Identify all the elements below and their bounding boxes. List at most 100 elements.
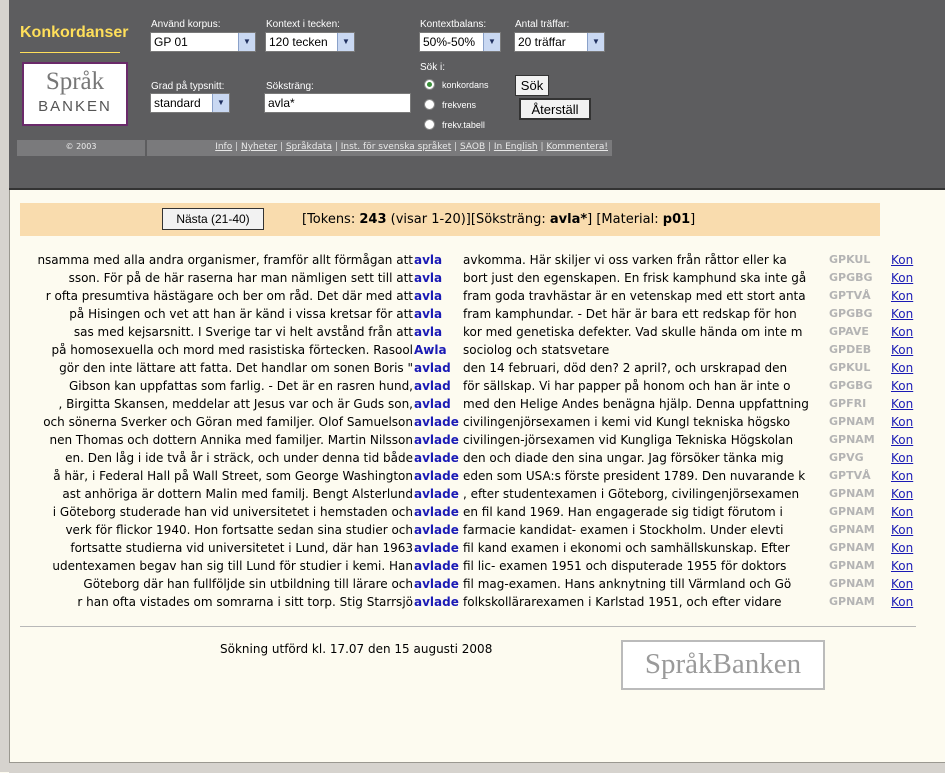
source-code: GPNAM	[829, 415, 875, 428]
kon-link[interactable]: Kon	[891, 289, 913, 303]
link-info[interactable]: Info	[215, 142, 232, 152]
balans-label: Kontextbalans:	[420, 19, 487, 30]
kon-link[interactable]: Kon	[891, 541, 913, 555]
grad-label: Grad på typsnitt:	[151, 81, 225, 92]
kon-link[interactable]: Kon	[891, 415, 913, 429]
left-context: sson. För på de här raserna har man näml…	[68, 271, 413, 285]
keyword: avla	[414, 289, 443, 303]
keyword: avlade	[414, 433, 459, 447]
table-row: udentexamen begav han sig till Lund för …	[0, 559, 945, 577]
next-page-button[interactable]: Nästa (21-40)	[162, 208, 264, 230]
kon-link[interactable]: Kon	[891, 361, 913, 375]
right-context: fil mag-examen. Hans anknytning till Vär…	[463, 577, 792, 591]
kon-link[interactable]: Kon	[891, 433, 913, 447]
left-context: verk för flickor 1940. Hon fortsatte sed…	[65, 523, 413, 537]
keyword: avlade	[414, 415, 459, 429]
copyright: © 2003	[17, 140, 145, 156]
sok-i-label: Sök i:	[420, 62, 446, 73]
title-underline	[20, 52, 120, 53]
right-context: med den Helige Andes benägna hjälp. Denn…	[463, 397, 809, 411]
kon-link[interactable]: Kon	[891, 253, 913, 267]
source-code: GPAVE	[829, 325, 869, 338]
divider	[20, 626, 916, 627]
right-context: civilingenjörsexamen i kemi vid Kungl te…	[463, 415, 791, 429]
link-institution[interactable]: Inst. för svenska språket	[341, 142, 451, 152]
stats-prefix: [Tokens:	[302, 212, 360, 227]
keyword: avlad	[414, 361, 451, 375]
kon-link[interactable]: Kon	[891, 559, 913, 573]
kontext-label: Kontext i tecken:	[266, 19, 340, 30]
logo-line2: BANKEN	[38, 98, 112, 115]
table-row: och sönerna Sverker och Göran med familj…	[0, 415, 945, 433]
keyword: avla	[414, 307, 443, 321]
link-saob[interactable]: SAOB	[460, 142, 485, 152]
kontext-select[interactable]: 120 tecken ▼	[265, 32, 355, 52]
grad-select[interactable]: standard ▼	[150, 93, 230, 113]
kon-link[interactable]: Kon	[891, 595, 913, 609]
right-context: fil kand examen i ekonomi och samhällsku…	[463, 541, 790, 555]
table-row: på Hisingen och vet att han är känd i vi…	[0, 307, 945, 325]
kon-link[interactable]: Kon	[891, 379, 913, 393]
radio-konkordans[interactable]	[424, 79, 435, 90]
search-string: avla*	[549, 212, 588, 227]
stats-material-label: ] [Material:	[587, 212, 663, 227]
source-code: GPGBG	[829, 379, 873, 392]
search-button[interactable]: Sök	[515, 75, 549, 96]
source-code: GPNAM	[829, 487, 875, 500]
source-code: GPGBG	[829, 307, 873, 320]
chevron-down-icon: ▼	[587, 33, 604, 51]
antal-label: Antal träffar:	[515, 19, 570, 30]
kon-link[interactable]: Kon	[891, 343, 913, 357]
table-row: , Birgitta Skansen, meddelar att Jesus v…	[0, 397, 945, 415]
sprakbanken-footer-logo: SpråkBanken	[621, 640, 825, 690]
right-context: en fil kand 1969. Han engagerade sig tid…	[463, 505, 783, 519]
kontext-value: 120 tecken	[269, 35, 328, 49]
kon-link[interactable]: Kon	[891, 325, 913, 339]
kon-link[interactable]: Kon	[891, 469, 913, 483]
balans-value: 50%-50%	[423, 35, 476, 49]
left-context: gör den inte lättare att fatta. Det hand…	[59, 361, 413, 375]
left-context: nen Thomas och dottern Annika med familj…	[49, 433, 413, 447]
radio-frekv-tabell[interactable]	[424, 119, 435, 130]
radio-frekvens[interactable]	[424, 99, 435, 110]
source-code: GPTVÅ	[829, 289, 871, 302]
radio-frekvens-label: frekvens	[442, 100, 477, 110]
link-sprakdata[interactable]: Språkdata	[286, 142, 332, 152]
search-input[interactable]: avla*	[264, 93, 411, 113]
table-row: på homosexuella och mord med rasistiska …	[0, 343, 945, 361]
link-english[interactable]: In English	[494, 142, 538, 152]
kon-link[interactable]: Kon	[891, 487, 913, 501]
kon-link[interactable]: Kon	[891, 523, 913, 537]
left-context: , Birgitta Skansen, meddelar att Jesus v…	[58, 397, 413, 411]
chevron-down-icon: ▼	[238, 33, 255, 51]
table-row: fortsatte studierna vid universitetet i …	[0, 541, 945, 559]
chevron-down-icon: ▼	[337, 33, 354, 51]
left-context: en. Den låg i ide två år i sträck, och u…	[65, 451, 413, 465]
right-context: , efter studentexamen i Göteborg, civili…	[463, 487, 800, 501]
balans-select[interactable]: 50%-50% ▼	[419, 32, 501, 52]
kon-link[interactable]: Kon	[891, 577, 913, 591]
right-context: farmacie kandidat- examen i Stockholm. U…	[463, 523, 784, 537]
source-code: GPDEB	[829, 343, 872, 356]
reset-button[interactable]: Återställ	[519, 98, 591, 120]
antal-select[interactable]: 20 träffar ▼	[514, 32, 605, 52]
left-context: nsamma med alla andra organismer, framfö…	[37, 253, 413, 267]
kon-link[interactable]: Kon	[891, 307, 913, 321]
right-context: den 14 februari, död den? 2 april?, och …	[463, 361, 788, 375]
source-code: GPNAM	[829, 541, 875, 554]
kon-link[interactable]: Kon	[891, 451, 913, 465]
link-kommentera[interactable]: Kommentera!	[546, 142, 608, 152]
keyword: avlade	[414, 487, 459, 501]
korpus-select[interactable]: GP 01 ▼	[150, 32, 256, 52]
link-nyheter[interactable]: Nyheter	[241, 142, 277, 152]
left-context: r ofta presumtiva hästägare och ber om r…	[45, 289, 413, 303]
kon-link[interactable]: Kon	[891, 505, 913, 519]
left-context: på Hisingen och vet att han är känd i vi…	[69, 307, 413, 321]
right-context: för sällskap. Vi har papper på honom och…	[463, 379, 791, 393]
kon-link[interactable]: Kon	[891, 271, 913, 285]
kon-link[interactable]: Kon	[891, 397, 913, 411]
window-bottom-edge	[9, 762, 945, 773]
source-code: GPNAM	[829, 595, 875, 608]
source-code: GPFRI	[829, 397, 867, 410]
source-code: GPNAM	[829, 523, 875, 536]
